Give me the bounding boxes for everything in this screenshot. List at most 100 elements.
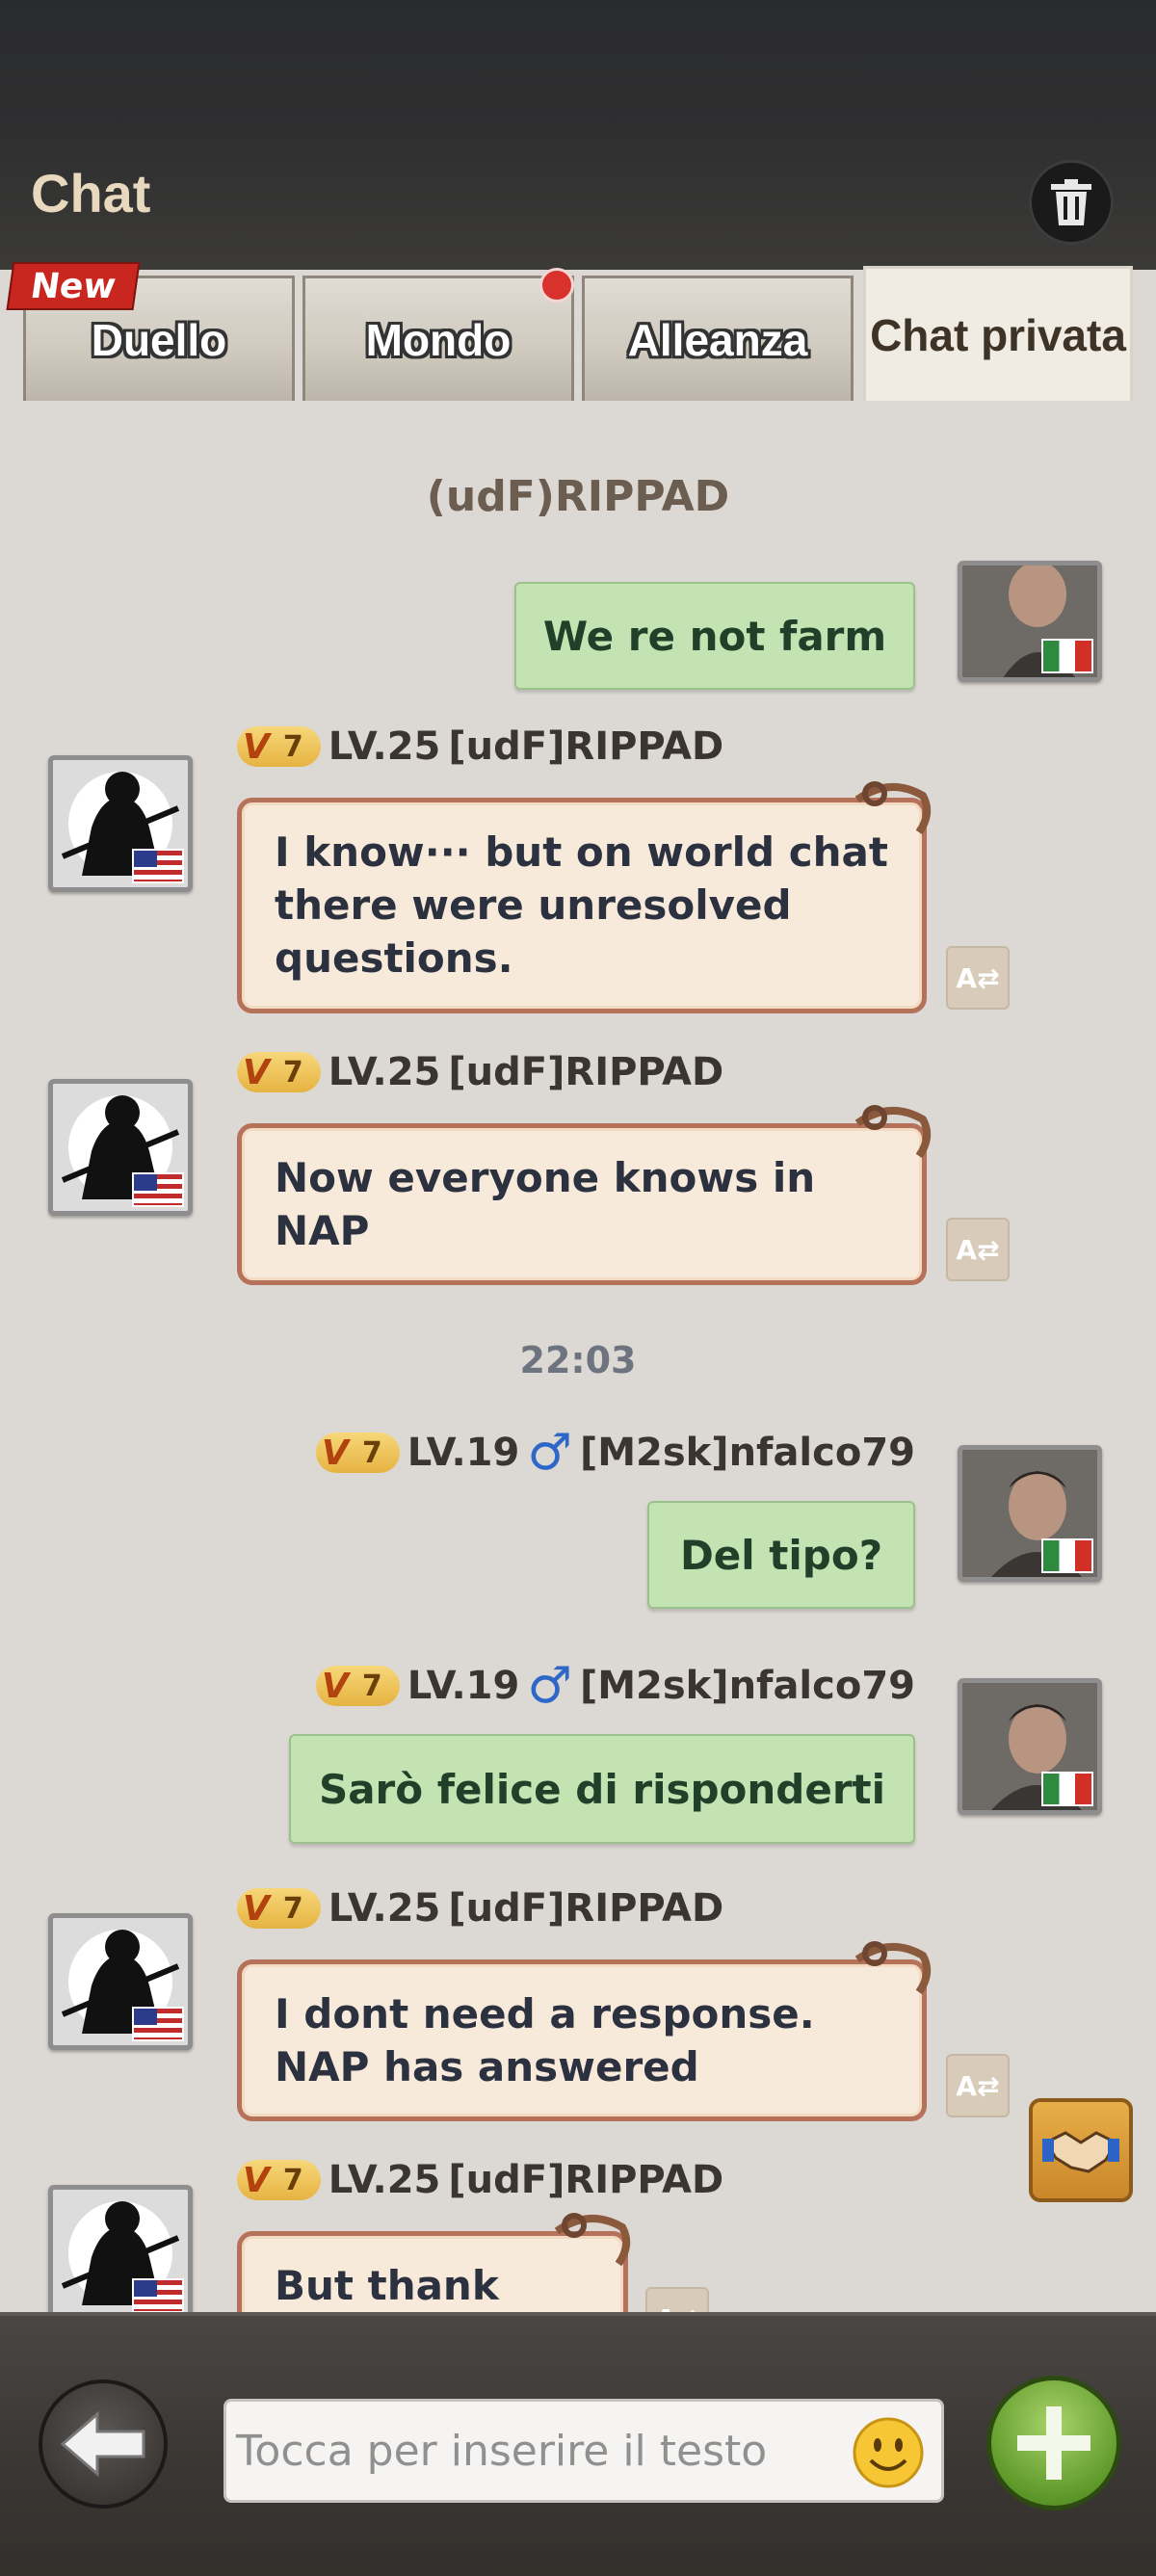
sender-line: V7 LV.19 ♂ [M2sk]nfalco79 bbox=[315, 1424, 915, 1482]
vip-level: 7 bbox=[282, 1055, 303, 1090]
translate-button[interactable]: A⇄ bbox=[645, 2287, 709, 2312]
message-text: But thank you bbox=[275, 2262, 499, 2309]
page-title: Chat bbox=[31, 163, 151, 223]
incoming-message: I know··· but on world chat there were u… bbox=[237, 798, 927, 1013]
rope-decoration-icon bbox=[554, 2213, 631, 2267]
avatar-player[interactable] bbox=[958, 561, 1102, 682]
avatar-rippad[interactable] bbox=[48, 755, 193, 892]
input-placeholder: Tocca per inserire il testo bbox=[236, 2426, 768, 2476]
translate-button[interactable]: A⇄ bbox=[946, 1218, 1010, 1281]
back-arrow-icon bbox=[60, 2410, 145, 2478]
notification-dot bbox=[539, 268, 574, 302]
outgoing-message: Sarò felice di risponderti bbox=[289, 1734, 915, 1844]
message-text: We re not farm bbox=[542, 612, 887, 660]
vip-badge: V7 bbox=[237, 726, 321, 767]
player-name: [M2sk]nfalco79 bbox=[579, 1664, 915, 1708]
tab-label: Mondo bbox=[365, 314, 512, 365]
timestamp: 22:03 bbox=[519, 1339, 637, 1381]
vip-level: 7 bbox=[361, 1435, 382, 1470]
vip-v-icon: V bbox=[243, 2160, 270, 2200]
sender-line: V7 LV.19 ♂ [M2sk]nfalco79 bbox=[315, 1657, 915, 1715]
translate-button[interactable]: A⇄ bbox=[946, 946, 1010, 1010]
vip-v-icon: V bbox=[243, 1052, 270, 1092]
avatar-rippad[interactable] bbox=[48, 1913, 193, 2050]
player-level: LV.19 bbox=[407, 1431, 520, 1475]
vip-v-icon: V bbox=[321, 1433, 349, 1473]
italy-flag-icon bbox=[1041, 639, 1093, 673]
translate-icon: A⇄ bbox=[956, 1233, 1000, 1266]
translate-button[interactable]: A⇄ bbox=[946, 2054, 1010, 2117]
tab-alleanza[interactable]: Alleanza bbox=[582, 276, 854, 401]
vip-v-icon: V bbox=[243, 1888, 270, 1929]
vip-badge: V7 bbox=[315, 1666, 400, 1706]
outgoing-message: Del tipo? bbox=[647, 1501, 915, 1609]
message-text: I dont need a response. NAP has answered bbox=[275, 1990, 815, 2090]
tab-label: Alleanza bbox=[627, 314, 808, 365]
player-name: [udF]RIPPAD bbox=[448, 1050, 724, 1094]
emoji-icon[interactable] bbox=[852, 2416, 925, 2489]
vip-badge: V7 bbox=[237, 1888, 321, 1929]
message-input[interactable]: Tocca per inserire il testo bbox=[223, 2399, 944, 2503]
back-button[interactable] bbox=[39, 2379, 168, 2509]
sender-line: V7 LV.25 [udF]RIPPAD bbox=[237, 1050, 723, 1094]
new-badge: New bbox=[6, 262, 141, 310]
player-level: LV.25 bbox=[328, 1050, 441, 1094]
usa-flag-icon bbox=[132, 849, 184, 883]
tab-label: Duello bbox=[91, 314, 227, 365]
player-level: LV.25 bbox=[328, 2158, 441, 2202]
usa-flag-icon bbox=[132, 1172, 184, 1207]
conversation-title: (udF)RIPPAD bbox=[426, 472, 730, 521]
sender-line: V7 LV.25 [udF]RIPPAD bbox=[237, 1886, 723, 1931]
male-gender-icon: ♂ bbox=[527, 1424, 572, 1482]
vip-level: 7 bbox=[361, 1669, 382, 1703]
avatar-player[interactable] bbox=[958, 1678, 1102, 1815]
handshake-button[interactable] bbox=[1029, 2098, 1133, 2202]
add-button[interactable] bbox=[986, 2376, 1121, 2510]
translate-icon: A⇄ bbox=[655, 2303, 698, 2313]
delete-chat-button[interactable] bbox=[1029, 160, 1114, 245]
vip-v-icon: V bbox=[243, 726, 270, 767]
message-text: I know··· but on world chat there were u… bbox=[275, 828, 888, 982]
player-name: [udF]RIPPAD bbox=[448, 1886, 724, 1931]
chat-area[interactable]: (udF)RIPPAD We re not farm V7 LV.25 [udF… bbox=[0, 401, 1156, 2312]
player-name: [udF]RIPPAD bbox=[448, 724, 724, 769]
rope-decoration-icon bbox=[854, 781, 932, 835]
message-text: Now everyone knows in NAP bbox=[275, 1154, 816, 1254]
translate-icon: A⇄ bbox=[956, 2069, 1000, 2102]
rope-decoration-icon bbox=[854, 1105, 932, 1159]
player-level: LV.25 bbox=[328, 1886, 441, 1931]
sender-line: V7 LV.25 [udF]RIPPAD bbox=[237, 2158, 723, 2202]
message-text: Sarò felice di risponderti bbox=[318, 1765, 886, 1813]
trash-icon bbox=[1051, 179, 1091, 225]
plus-icon bbox=[1017, 2406, 1090, 2480]
message-text: Del tipo? bbox=[679, 1531, 883, 1579]
bottom-input-bar: Tocca per inserire il testo bbox=[0, 2312, 1156, 2576]
translate-icon: A⇄ bbox=[956, 961, 1000, 994]
incoming-message: I dont need a response. NAP has answered bbox=[237, 1959, 927, 2121]
vip-level: 7 bbox=[282, 1891, 303, 1926]
italy-flag-icon bbox=[1041, 1538, 1093, 1573]
usa-flag-icon bbox=[132, 2007, 184, 2041]
vip-level: 7 bbox=[282, 729, 303, 764]
avatar-player[interactable] bbox=[958, 1445, 1102, 1582]
vip-badge: V7 bbox=[237, 2160, 321, 2200]
usa-flag-icon bbox=[132, 2278, 184, 2312]
avatar-rippad[interactable] bbox=[48, 2185, 193, 2312]
incoming-message: Now everyone knows in NAP bbox=[237, 1123, 927, 1285]
tab-mondo[interactable]: Mondo bbox=[302, 276, 574, 401]
player-name: [M2sk]nfalco79 bbox=[579, 1431, 915, 1475]
chat-tabs: Duello New Mondo Alleanza Chat privata bbox=[0, 262, 1156, 401]
player-name: [udF]RIPPAD bbox=[448, 2158, 724, 2202]
player-level: LV.25 bbox=[328, 724, 441, 769]
italy-flag-icon bbox=[1041, 1772, 1093, 1806]
rope-decoration-icon bbox=[854, 1941, 932, 1995]
header-bar: Chat bbox=[0, 0, 1156, 270]
vip-badge: V7 bbox=[315, 1433, 400, 1473]
vip-v-icon: V bbox=[321, 1666, 349, 1706]
tab-chat-privata[interactable]: Chat privata bbox=[863, 266, 1133, 401]
vip-badge: V7 bbox=[237, 1052, 321, 1092]
avatar-rippad[interactable] bbox=[48, 1079, 193, 1216]
vip-level: 7 bbox=[282, 2163, 303, 2197]
tab-label: Chat privata bbox=[870, 309, 1126, 360]
sender-line: V7 LV.25 [udF]RIPPAD bbox=[237, 724, 723, 769]
